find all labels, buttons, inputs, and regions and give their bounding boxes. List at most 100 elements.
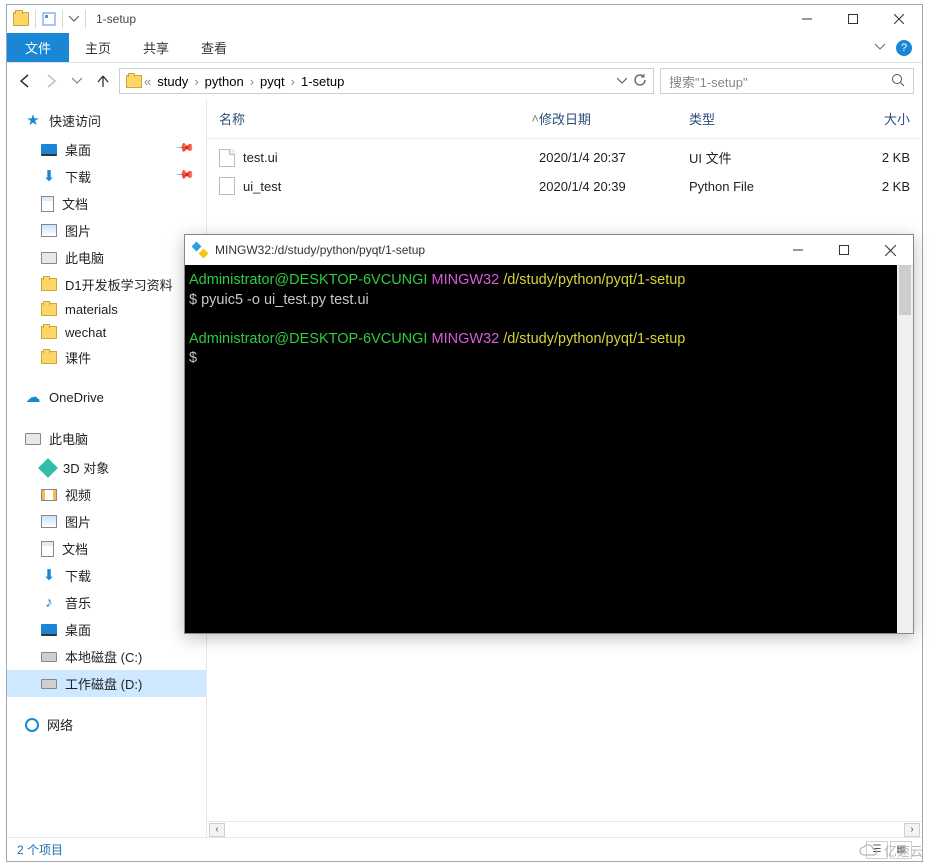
sidebar-head-onedrive[interactable]: ☁OneDrive <box>7 385 206 411</box>
nav-buttons <box>15 71 113 91</box>
sidebar-item-drive-d[interactable]: 工作磁盘 (D:) <box>7 670 206 697</box>
search-placeholder: 搜索"1-setup" <box>669 72 748 91</box>
folder-icon <box>41 278 57 291</box>
sidebar-item-thispc[interactable]: 此电脑 <box>7 244 206 271</box>
desktop-icon <box>41 624 57 636</box>
sidebar-item-downloads[interactable]: ⬇下载📌 <box>7 163 206 190</box>
forward-button[interactable] <box>41 71 61 91</box>
tab-file[interactable]: 文件 <box>7 33 69 62</box>
file-row[interactable]: ui_test 2020/1/4 20:39 Python File 2 KB <box>219 172 910 200</box>
terminal-line: Administrator@DESKTOP-6VCUNGI MINGW32 /d… <box>189 271 909 291</box>
back-button[interactable] <box>15 71 35 91</box>
tab-share[interactable]: 共享 <box>127 33 185 62</box>
help-icon[interactable]: ? <box>896 40 912 56</box>
breadcrumb-item[interactable]: 1-setup <box>295 74 350 89</box>
breadcrumb-sep: « <box>144 74 151 89</box>
folder-icon <box>41 303 57 316</box>
download-icon: ⬇ <box>41 568 57 584</box>
file-date: 2020/1/4 20:37 <box>539 150 689 165</box>
address-bar[interactable]: « study › python › pyqt › 1-setup <box>119 68 654 94</box>
sidebar-head-network[interactable]: 网络 <box>7 711 206 740</box>
sidebar-item-documents[interactable]: 文档 <box>7 535 206 562</box>
breadcrumb-item[interactable]: study <box>151 74 194 89</box>
python-file-icon <box>219 177 235 195</box>
picture-icon <box>41 515 57 528</box>
sidebar-item-folder[interactable]: 课件 <box>7 344 206 371</box>
file-row[interactable]: test.ui 2020/1/4 20:37 UI 文件 2 KB <box>219 143 910 172</box>
terminal-window-controls <box>775 235 913 265</box>
sort-indicator-icon: ˄ <box>531 111 539 126</box>
sidebar-item-folder[interactable]: D1开发板学习资料 <box>7 271 206 298</box>
terminal-line: $ <box>189 349 909 369</box>
sidebar-head-thispc[interactable]: 此电脑 <box>7 425 206 454</box>
maximize-button[interactable] <box>821 235 867 265</box>
star-icon: ★ <box>25 113 41 129</box>
scrollbar-thumb[interactable] <box>899 265 911 315</box>
sidebar-item-downloads[interactable]: ⬇下载 <box>7 562 206 589</box>
download-icon: ⬇ <box>41 169 57 185</box>
address-dropdown-icon[interactable] <box>617 74 627 89</box>
file-rows: test.ui 2020/1/4 20:37 UI 文件 2 KB ui_tes… <box>207 139 922 204</box>
close-button[interactable] <box>876 5 922 33</box>
close-button[interactable] <box>867 235 913 265</box>
recent-dropdown[interactable] <box>67 71 87 91</box>
minimize-button[interactable] <box>784 5 830 33</box>
icons-view-button[interactable]: ▦ <box>890 841 912 859</box>
up-button[interactable] <box>93 71 113 91</box>
breadcrumb-item[interactable]: pyqt <box>254 74 291 89</box>
address-row: « study › python › pyqt › 1-setup 搜索"1-s… <box>7 63 922 99</box>
scroll-right-icon[interactable]: › <box>904 823 920 837</box>
document-icon <box>41 541 54 557</box>
pc-icon <box>25 433 41 445</box>
file-name: ui_test <box>243 179 281 194</box>
scroll-left-icon[interactable]: ‹ <box>209 823 225 837</box>
sidebar-item-3dobjects[interactable]: 3D 对象 <box>7 454 206 481</box>
refresh-icon[interactable] <box>633 73 647 90</box>
tab-home[interactable]: 主页 <box>69 33 127 62</box>
sidebar-item-pictures[interactable]: 图片 <box>7 508 206 535</box>
status-bar: 2 个项目 ☰ ▦ <box>7 837 922 861</box>
tab-view[interactable]: 查看 <box>185 33 243 62</box>
sidebar-item-documents[interactable]: 文档 <box>7 190 206 217</box>
search-icon[interactable] <box>891 73 905 90</box>
sidebar-item-drive-c[interactable]: 本地磁盘 (C:) <box>7 643 206 670</box>
sidebar-item-videos[interactable]: 视频 <box>7 481 206 508</box>
ribbon-expand-icon[interactable] <box>874 39 886 57</box>
details-view-button[interactable]: ☰ <box>866 841 888 859</box>
column-type[interactable]: 类型 <box>689 105 839 132</box>
file-date: 2020/1/4 20:39 <box>539 179 689 194</box>
pin-icon: 📌 <box>175 137 200 162</box>
terminal-body[interactable]: Administrator@DESKTOP-6VCUNGI MINGW32 /d… <box>185 265 913 633</box>
sidebar-item-folder[interactable]: wechat <box>7 321 206 344</box>
drive-icon <box>41 679 57 689</box>
column-date[interactable]: 修改日期 <box>539 105 689 132</box>
minimize-button[interactable] <box>775 235 821 265</box>
column-size[interactable]: 大小 <box>839 105 910 132</box>
sidebar-item-desktop[interactable]: 桌面 <box>7 616 206 643</box>
picture-icon <box>41 224 57 237</box>
search-input[interactable]: 搜索"1-setup" <box>660 68 914 94</box>
sidebar-item-pictures[interactable]: 图片 <box>7 217 206 244</box>
sidebar-item-folder[interactable]: materials <box>7 298 206 321</box>
desktop-icon <box>41 144 57 156</box>
properties-icon[interactable] <box>42 12 56 26</box>
pc-icon <box>41 252 57 264</box>
terminal-line: $ pyuic5 -o ui_test.py test.ui <box>189 291 909 311</box>
maximize-button[interactable] <box>830 5 876 33</box>
column-name[interactable]: 名称˄ <box>219 105 539 132</box>
sidebar-item-music[interactable]: ♪音乐 <box>7 589 206 616</box>
terminal-titlebar: MINGW32:/d/study/python/pyqt/1-setup <box>185 235 913 265</box>
horizontal-scrollbar[interactable]: ‹ › <box>207 821 922 837</box>
breadcrumb-item[interactable]: python <box>199 74 250 89</box>
folder-icon <box>126 75 142 88</box>
sidebar-head-quick[interactable]: ★快速访问 <box>7 107 206 136</box>
caret-down-icon[interactable] <box>69 14 79 24</box>
folder-icon <box>41 351 57 364</box>
terminal-title: MINGW32:/d/study/python/pyqt/1-setup <box>215 243 425 257</box>
terminal-line <box>189 310 909 330</box>
cloud-icon: ☁ <box>25 389 41 405</box>
terminal-scrollbar[interactable] <box>897 265 913 633</box>
window-controls <box>784 5 922 33</box>
sidebar-item-desktop[interactable]: 桌面📌 <box>7 136 206 163</box>
status-text: 2 个项目 <box>17 841 63 858</box>
